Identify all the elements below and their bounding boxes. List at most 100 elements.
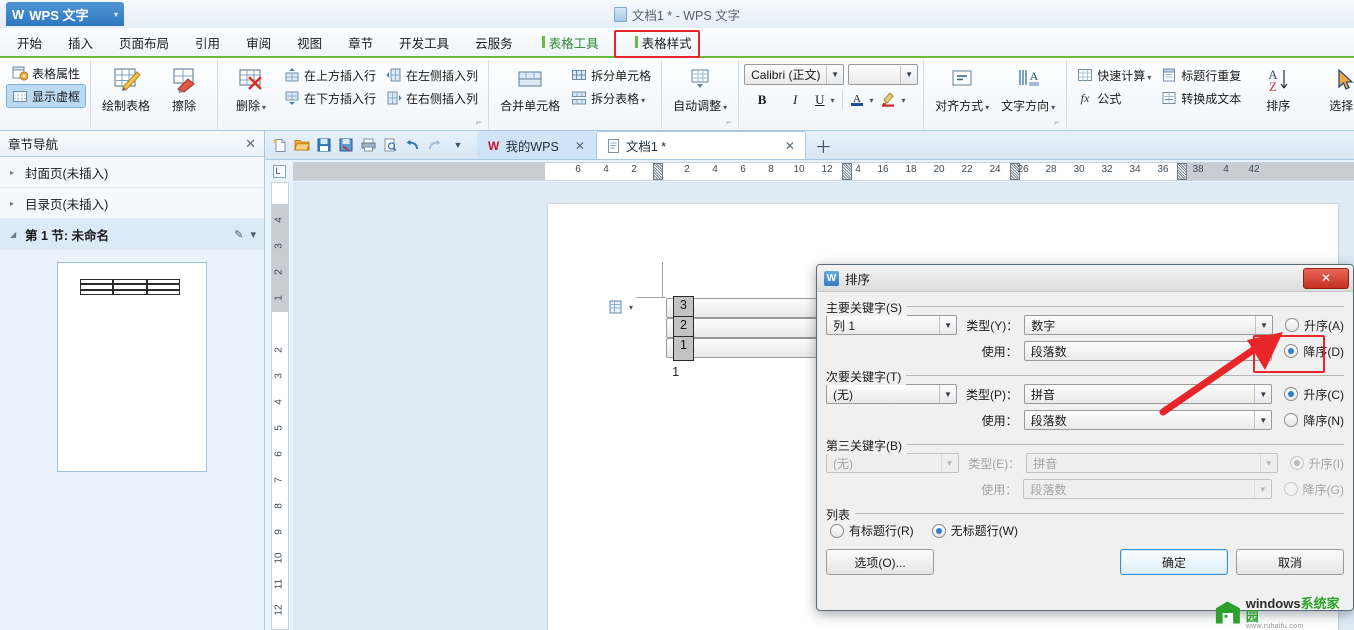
chevron-down-icon[interactable]: ▾	[262, 103, 266, 112]
menu-item-start[interactable]: 开始	[4, 28, 55, 56]
sort-dialog[interactable]: W 排序 ✕ 主要关键字(S) 列 1 ▼ 类型(Y)： 数字 ▼ 升序(A) …	[816, 264, 1354, 611]
new-file-tab-button[interactable]: ＋	[806, 131, 841, 159]
chevron-down-icon[interactable]: ▾	[723, 103, 727, 112]
primary-use-select[interactable]: 段落数 ▼	[1023, 341, 1273, 361]
chevron-down-icon[interactable]: ▾	[250, 228, 256, 241]
nav-item-toc-page[interactable]: ▸ 目录页(未插入)	[0, 188, 264, 219]
file-tab-my-wps[interactable]: W 我的WPS ✕	[477, 131, 596, 159]
chevron-down-icon[interactable]: ▼	[938, 385, 956, 403]
insert-column-right-button[interactable]: 在右侧插入列	[381, 87, 483, 109]
chevron-down-icon[interactable]: ▼	[900, 65, 917, 84]
nav-item-cover-page[interactable]: ▸ 封面页(未插入)	[0, 157, 264, 188]
primary-ascending-radio[interactable]: 升序(A)	[1284, 317, 1344, 334]
file-tab-document1[interactable]: 文档1 * ✕	[595, 131, 806, 159]
tab-stop-selector[interactable]: L	[265, 160, 293, 182]
alignment-button[interactable]: 对齐方式 ▾	[929, 62, 995, 114]
insert-column-left-button[interactable]: 在左侧插入列	[381, 64, 483, 86]
horizontal-ruler[interactable]: 6 4 2 2 4 6 8 10 12 4 16 18 20 22 24 26 …	[293, 160, 1354, 182]
insert-row-above-button[interactable]: 在上方插入行	[279, 64, 381, 86]
trailing-paragraph[interactable]: 1	[672, 364, 679, 379]
save-as-button[interactable]	[335, 131, 357, 159]
chevron-down-icon[interactable]: ◢	[10, 230, 18, 239]
page-thumbnail[interactable]	[57, 262, 207, 472]
convert-to-text-button[interactable]: 转换成文本	[1156, 87, 1246, 109]
undo-button[interactable]	[401, 131, 423, 159]
customize-qat-button[interactable]: ▼	[445, 131, 471, 159]
chevron-down-icon[interactable]: ▾	[902, 96, 906, 105]
chevron-down-icon[interactable]: ▼	[939, 316, 956, 334]
eraser-button[interactable]: 擦除	[156, 62, 212, 114]
indent-marker[interactable]	[842, 163, 852, 180]
underline-button[interactable]: U ▾	[812, 89, 837, 111]
no-header-row-radio[interactable]: 无标题行(W)	[931, 522, 1018, 539]
menu-item-chapter[interactable]: 章节	[335, 28, 386, 56]
right-indent-marker[interactable]	[1177, 163, 1187, 180]
delete-table-button[interactable]: 删除 ▾	[223, 62, 279, 114]
draw-table-button[interactable]: 绘制表格	[96, 62, 156, 114]
split-table-button[interactable]: 拆分表格 ▾	[566, 87, 656, 109]
secondary-ascending-radio[interactable]: 升序(C)	[1284, 386, 1344, 403]
chevron-down-icon[interactable]: ▼	[1254, 342, 1271, 360]
autofit-dialog-launcher[interactable]: ⌐	[726, 118, 735, 127]
save-button[interactable]	[313, 131, 335, 159]
rows-columns-dialog-launcher[interactable]: ⌐	[476, 118, 485, 127]
chevron-right-icon[interactable]: ▸	[10, 168, 18, 177]
show-gridlines-button[interactable]: 显示虚框	[5, 84, 87, 108]
print-preview-button[interactable]	[379, 131, 401, 159]
menu-item-page-layout[interactable]: 页面布局	[106, 28, 182, 56]
primary-key-select[interactable]: 列 1 ▼	[826, 315, 958, 335]
secondary-type-select[interactable]: 拼音 ▼	[1023, 384, 1273, 404]
left-indent-marker[interactable]	[653, 163, 663, 180]
italic-button[interactable]: I	[779, 89, 811, 111]
text-direction-button[interactable]: A 文字方向 ▾	[995, 62, 1061, 114]
primary-descending-radio[interactable]: 降序(D)	[1284, 343, 1344, 360]
vertical-ruler[interactable]: 4 3 2 1 2 3 4 5 6 7 8 9 10 11 12 13 14	[265, 182, 293, 630]
close-button[interactable]: ✕	[1303, 267, 1349, 289]
close-icon[interactable]: ✕	[565, 139, 585, 153]
insert-row-below-button[interactable]: 在下方插入行	[279, 87, 381, 109]
sort-button[interactable]: AZ 排序	[1250, 62, 1306, 114]
close-icon[interactable]: ✕	[245, 136, 256, 152]
menu-item-view[interactable]: 视图	[284, 28, 335, 56]
autofit-button[interactable]: 自动调整 ▾	[667, 62, 733, 114]
menu-item-developer[interactable]: 开发工具	[386, 28, 462, 56]
font-name-combo[interactable]: Calibri (正文) ▼	[744, 64, 845, 85]
nav-item-section-1[interactable]: ◢ 第 1 节: 未命名 ✎ ▾	[0, 219, 264, 250]
menu-item-insert[interactable]: 插入	[55, 28, 106, 56]
font-size-combo[interactable]: ▼	[848, 64, 919, 85]
menu-item-cloud[interactable]: 云服务	[462, 28, 526, 56]
merge-cells-button[interactable]: 合并单元格	[494, 62, 566, 114]
chevron-right-icon[interactable]: ▸	[10, 199, 18, 208]
chevron-down-icon[interactable]: ▾	[1051, 103, 1055, 112]
redo-button[interactable]	[423, 131, 445, 159]
chevron-down-icon[interactable]: ▼	[1254, 316, 1272, 334]
menu-item-references[interactable]: 引用	[182, 28, 233, 56]
alignment-dialog-launcher[interactable]: ⌐	[1054, 118, 1063, 127]
new-doc-button[interactable]	[269, 131, 291, 159]
open-button[interactable]	[291, 131, 313, 159]
table-move-handle[interactable]: ▾	[608, 299, 633, 315]
select-button[interactable]: 选择▾	[1316, 62, 1354, 114]
quick-calc-button[interactable]: 快速计算 ▾	[1072, 64, 1156, 86]
print-button[interactable]	[357, 131, 379, 159]
chevron-down-icon[interactable]: ▾	[870, 96, 874, 105]
cancel-button[interactable]: 取消	[1236, 549, 1344, 575]
chevron-down-icon[interactable]: ▾	[1147, 73, 1151, 82]
formula-button[interactable]: fx 公式	[1072, 87, 1156, 109]
tab-table-styles[interactable]: 表格样式	[625, 28, 702, 56]
with-header-row-radio[interactable]: 有标题行(R)	[830, 522, 914, 539]
chevron-down-icon[interactable]: ▾	[831, 96, 835, 105]
chevron-down-icon[interactable]: ▼	[1254, 411, 1271, 429]
options-button[interactable]: 选项(O)...	[826, 549, 934, 575]
highlight-color-button[interactable]: ▾	[878, 89, 909, 111]
chevron-down-icon[interactable]: ▾	[985, 103, 989, 112]
chevron-down-icon[interactable]: ▼	[1254, 385, 1271, 403]
chevron-down-icon[interactable]: ▾	[629, 303, 633, 312]
chevron-down-icon[interactable]: ▾	[641, 96, 645, 105]
secondary-key-select[interactable]: (无) ▼	[826, 384, 957, 404]
secondary-use-select[interactable]: 段落数 ▼	[1023, 410, 1273, 430]
split-cells-button[interactable]: 拆分单元格	[566, 64, 656, 86]
secondary-descending-radio[interactable]: 降序(N)	[1284, 412, 1344, 429]
primary-type-select[interactable]: 数字 ▼	[1024, 315, 1273, 335]
bold-button[interactable]: B	[746, 89, 778, 111]
